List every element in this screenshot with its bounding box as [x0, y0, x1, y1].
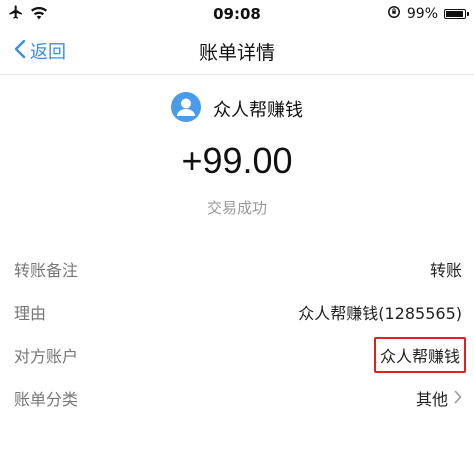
detail-label: 转账备注	[14, 261, 79, 280]
nav-bar: 返回 账单详情	[0, 28, 474, 75]
detail-label: 理由	[14, 304, 47, 323]
detail-value: 转账	[429, 261, 462, 280]
battery-fill	[446, 11, 463, 17]
battery-percent: 99%	[406, 6, 438, 22]
detail-label: 账单分类	[14, 390, 79, 409]
category-value[interactable]: 其他	[416, 386, 462, 410]
detail-row-category[interactable]: 账单分类 其他	[0, 377, 474, 420]
orientation-lock-icon	[387, 5, 401, 23]
status-bar: 09:08 99%	[0, 0, 474, 28]
transaction-status: 交易成功	[206, 199, 267, 217]
detail-row-reason: 理由 众人帮赚钱(1285565)	[0, 291, 474, 334]
payer-info: 众人帮赚钱	[0, 92, 474, 126]
chevron-right-icon	[454, 389, 462, 408]
payer-name: 众人帮赚钱	[213, 100, 303, 121]
detail-label: 对方账户	[14, 347, 79, 366]
category-text: 其他	[415, 390, 448, 409]
detail-value: 众人帮赚钱(1285565)	[298, 304, 462, 323]
highlighted-counterparty-value: 众人帮赚钱	[373, 337, 466, 373]
transaction-amount: +99.00	[181, 140, 293, 181]
detail-row-remark: 转账备注 转账	[0, 248, 474, 291]
page-title: 账单详情	[198, 42, 275, 64]
battery-icon	[444, 9, 469, 19]
status-right: 99%	[387, 5, 469, 23]
detail-row-counterparty: 对方账户 众人帮赚钱	[0, 334, 474, 377]
avatar	[171, 92, 201, 126]
detail-list: 转账备注 转账 理由 众人帮赚钱(1285565) 对方账户 众人帮赚钱 账单分…	[0, 248, 474, 420]
